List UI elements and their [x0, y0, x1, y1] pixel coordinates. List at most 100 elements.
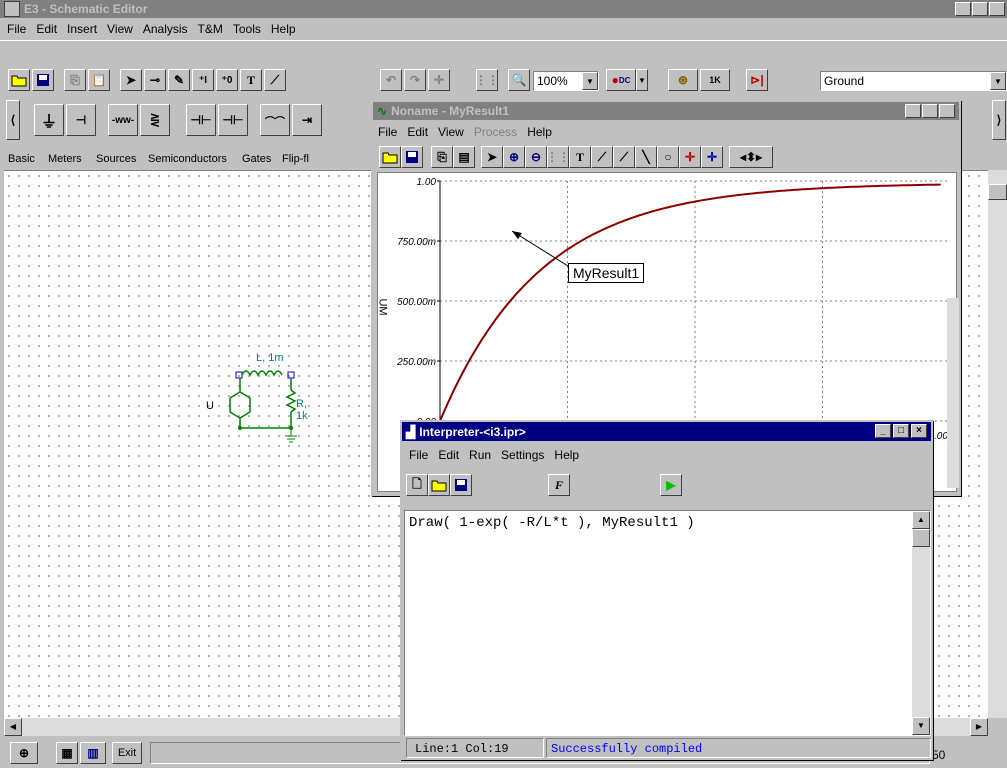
graph-right-scrollbar[interactable] — [947, 298, 959, 488]
diode-icon[interactable]: ⊳| — [746, 69, 768, 91]
dc-analysis-icon[interactable]: ● DC — [606, 69, 636, 91]
cursor-b-icon[interactable]: ⟋ — [613, 146, 635, 168]
voltage-label-icon[interactable]: ⁺0 — [216, 69, 238, 91]
scroll-thumb[interactable] — [988, 184, 1007, 200]
zoom-100-icon[interactable]: ⊖ — [525, 146, 547, 168]
chevron-down-icon[interactable]: ▼ — [990, 72, 1006, 90]
new-file-icon[interactable]: 🗋 — [406, 474, 428, 496]
minimize-button[interactable]: _ — [955, 2, 971, 16]
interpreter-menu-settings[interactable]: Settings — [496, 448, 549, 462]
menu-edit[interactable]: Edit — [31, 22, 62, 36]
menu-help[interactable]: Help — [266, 22, 301, 36]
current-label-icon[interactable]: ⁺I — [192, 69, 214, 91]
app-icon[interactable] — [4, 1, 20, 17]
interpreter-menu-file[interactable]: File — [404, 448, 433, 462]
resistor-component-icon[interactable]: -ww- — [108, 104, 138, 136]
tab-semiconductors[interactable]: Semiconductors — [148, 153, 227, 165]
interpreter-close-button[interactable]: × — [911, 424, 927, 438]
open-folder-icon[interactable] — [379, 146, 401, 168]
circuit-icon[interactable]: ⊕ — [10, 742, 38, 764]
close-button[interactable]: × — [989, 2, 1005, 16]
circuit-schematic[interactable]: L, 1m R, 1k U — [200, 350, 320, 460]
code-vertical-scrollbar[interactable]: ▲ ▼ — [912, 511, 930, 735]
battery-component-icon[interactable]: ⊣ — [66, 104, 96, 136]
menu-tm[interactable]: T&M — [193, 22, 228, 36]
scroll-left-icon[interactable]: ⟨ — [6, 100, 20, 140]
zoom-icon[interactable]: 🔍 — [508, 69, 530, 91]
tab-basic[interactable]: Basic — [8, 153, 35, 165]
diagram-icon[interactable]: ⟋ — [264, 69, 286, 91]
copy-icon[interactable]: ⎘ — [431, 146, 453, 168]
line-tool-icon[interactable]: ╲ — [635, 146, 657, 168]
interpreter-menu-help[interactable]: Help — [549, 448, 584, 462]
series-line-myresult1[interactable] — [439, 183, 940, 422]
switch-component-icon[interactable]: ⇥ — [292, 104, 322, 136]
menu-file[interactable]: File — [2, 22, 31, 36]
interpreter-maximize-button[interactable]: □ — [893, 424, 909, 438]
graph-close-button[interactable]: × — [939, 104, 955, 118]
tab-gates[interactable]: Gates — [242, 153, 271, 165]
zoom-select[interactable]: 100% ▼ — [533, 71, 599, 91]
pointer-icon[interactable]: ➤ — [120, 69, 142, 91]
menu-analysis[interactable]: Analysis — [138, 22, 193, 36]
save-icon[interactable] — [32, 69, 54, 91]
interpreter-menu-edit[interactable]: Edit — [433, 448, 464, 462]
menu-tools[interactable]: Tools — [228, 22, 266, 36]
paste-icon[interactable]: ▤ — [453, 146, 475, 168]
paste-icon[interactable]: 📋 — [88, 69, 110, 91]
vertical-scrollbar[interactable] — [988, 170, 1007, 718]
curve-annotation[interactable]: MyResult1 — [568, 263, 645, 283]
graph-menu-view[interactable]: View — [433, 125, 469, 139]
inductor-component-icon[interactable]: ⌒⌒ — [260, 104, 290, 136]
component-value-icon[interactable]: 1K — [700, 69, 730, 91]
grid-icon[interactable]: ⋮⋮ — [475, 69, 499, 91]
circle-tool-icon[interactable]: ○ — [657, 146, 679, 168]
wire-icon[interactable]: ⊸ — [144, 69, 166, 91]
grid-icon[interactable]: ⋮⋮ — [546, 146, 570, 168]
graph-menu-process[interactable]: Process — [469, 125, 522, 139]
scroll-right-icon[interactable]: ⟩ — [992, 100, 1006, 140]
scroll-up-button[interactable]: ▲ — [912, 511, 930, 529]
crosshair-icon[interactable]: ✛ — [428, 69, 450, 91]
cursor-a-icon[interactable]: ⟋ — [591, 146, 613, 168]
restore-button[interactable]: ▫ — [972, 2, 988, 16]
electrolytic-capacitor-icon[interactable]: ⊣⊢ — [218, 104, 248, 136]
save-icon[interactable] — [450, 474, 472, 496]
scroll-thumb[interactable] — [912, 529, 930, 547]
capacitor-component-icon[interactable]: ⊣⊢ — [186, 104, 216, 136]
undo-icon[interactable]: ↶ — [380, 69, 402, 91]
scroll-right-button[interactable]: ▶ — [970, 718, 988, 736]
copy-icon[interactable]: ⎘ — [64, 69, 86, 91]
graph-menu-edit[interactable]: Edit — [402, 125, 433, 139]
pan-arrows-icon[interactable]: ◂⬍▸ — [729, 146, 773, 168]
tab-sources[interactable]: Sources — [96, 153, 136, 165]
chart-icon[interactable]: ▥ — [80, 742, 106, 764]
tab-flip-flops[interactable]: Flip-fl — [282, 153, 309, 165]
scroll-left-button[interactable]: ◀ — [4, 718, 22, 736]
scroll-down-button[interactable]: ▼ — [912, 717, 930, 735]
tab-meters[interactable]: Meters — [48, 153, 82, 165]
zoom-in-icon[interactable]: ⊕ — [503, 146, 525, 168]
code-line-1[interactable]: Draw( 1-exp( -R/L*t ), MyResult1 ) — [409, 515, 695, 531]
ground-component-icon[interactable]: ⏚ — [34, 104, 64, 136]
text-tool-icon[interactable]: T — [569, 146, 591, 168]
menu-view[interactable]: View — [102, 22, 138, 36]
graph-maximize-button[interactable]: □ — [922, 104, 938, 118]
open-folder-icon[interactable] — [428, 474, 450, 496]
dc-dropdown-icon[interactable]: ▼ — [636, 69, 648, 91]
pen-icon[interactable]: ✎ — [168, 69, 190, 91]
text-tool-icon[interactable]: T — [240, 69, 262, 91]
code-editor[interactable]: Draw( 1-exp( -R/L*t ), MyResult1 ) ▲ ▼ — [404, 510, 931, 736]
marker-a-icon[interactable]: ✛ — [679, 146, 701, 168]
graph-menu-help[interactable]: Help — [522, 125, 557, 139]
function-icon[interactable]: F — [548, 474, 570, 496]
save-icon[interactable] — [401, 146, 423, 168]
calculator-icon[interactable]: ▦ — [56, 742, 78, 764]
menu-insert[interactable]: Insert — [62, 22, 102, 36]
potentiometer-component-icon[interactable]: ⋛ — [140, 104, 170, 136]
graph-menu-file[interactable]: File — [373, 125, 402, 139]
redo-icon[interactable]: ↷ — [404, 69, 426, 91]
graph-minimize-button[interactable]: _ — [905, 104, 921, 118]
run-icon[interactable]: ▶ — [660, 474, 682, 496]
marker-b-icon[interactable]: ✛ — [701, 146, 723, 168]
